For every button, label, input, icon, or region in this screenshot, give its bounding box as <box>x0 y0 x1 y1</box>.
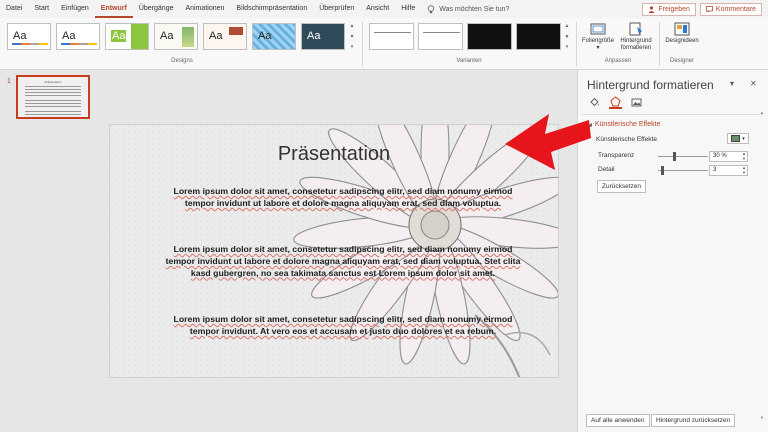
detail-value: 3 <box>713 167 717 173</box>
comments-button[interactable]: Kommentare <box>699 3 762 16</box>
section-title: Künstlerische Effekte <box>594 121 661 128</box>
tab-help[interactable]: Hilfe <box>395 0 421 18</box>
designer-ideas-icon <box>674 22 690 36</box>
theme-glyph: Aa <box>258 30 272 42</box>
tab-view[interactable]: Ansicht <box>360 0 395 18</box>
apply-to-all-button[interactable]: Auf alle anwenden <box>586 414 650 427</box>
artistic-effects-section-header[interactable]: ◢ Künstlerische Effekte <box>588 121 661 128</box>
theme-glyph: Aa <box>160 30 174 42</box>
spinner-arrows-icon[interactable]: ▲ ▼ <box>742 151 746 161</box>
slide-number: 1 <box>7 78 11 85</box>
slide-paragraph-1[interactable]: Lorem ipsum dolor sit amet, consetetur s… <box>160 186 526 210</box>
effects-pentagon-icon[interactable] <box>609 96 622 109</box>
red-arrow-annotation <box>505 114 591 170</box>
format-background-icon <box>629 22 642 36</box>
detail-label: Detail <box>598 166 615 173</box>
pane-title: Hintergrund formatieren <box>587 78 714 92</box>
comments-label: Kommentare <box>715 6 756 13</box>
transparency-slider[interactable] <box>658 152 708 161</box>
tab-file[interactable]: Datei <box>0 0 28 18</box>
tab-home[interactable]: Start <box>28 0 55 18</box>
transparency-label: Transparenz <box>598 152 635 159</box>
chevron-down-icon: ▾ <box>596 45 600 51</box>
transparency-slider-knob[interactable] <box>673 152 676 161</box>
thumbnail-title: Präsentation <box>44 80 62 84</box>
slide-size-icon <box>590 23 606 35</box>
share-button[interactable]: Freigeben <box>642 3 696 16</box>
theme-7[interactable]: Aa <box>301 23 345 50</box>
divider <box>362 22 363 66</box>
theme-glyph: Aa <box>13 30 27 42</box>
artistic-effects-label: Künstlerische Effekte <box>596 136 657 143</box>
slide-paragraph-2[interactable]: Lorem ipsum dolor sit amet, consetetur s… <box>160 244 526 279</box>
theme-6[interactable]: Aa <box>252 23 296 50</box>
transparency-spinner[interactable]: 30 % ▲ ▼ <box>709 151 748 162</box>
variants-gallery-scroll[interactable]: ▲ ▼ ▾ <box>563 23 571 50</box>
slide-thumbnail[interactable]: Präsentation <box>16 75 90 119</box>
divider <box>659 22 660 66</box>
tab-animations[interactable]: Animationen <box>179 0 230 18</box>
slide-thumbnails-pane: 1 Präsentation <box>0 70 100 432</box>
effect-preview-icon <box>731 135 741 142</box>
slide-paragraph-3[interactable]: Lorem ipsum dolor sit amet, consetetur s… <box>160 314 526 338</box>
designs-group-label: Designs <box>171 58 193 64</box>
close-icon[interactable]: ✕ <box>750 79 757 88</box>
theme-glyph: Aa <box>209 30 223 42</box>
reset-button[interactable]: Zurücksetzen <box>597 180 647 193</box>
theme-3[interactable]: Aa <box>105 23 149 50</box>
format-background-label-2: formatieren <box>620 45 652 51</box>
theme-glyph: Aa <box>111 30 127 42</box>
detail-spinner[interactable]: 3 ▲ ▼ <box>709 165 748 176</box>
spinner-arrows-icon[interactable]: ▲ ▼ <box>742 165 746 175</box>
slide-canvas[interactable]: Präsentation Lorem ipsum dolor sit amet,… <box>109 124 559 378</box>
tab-review[interactable]: Überprüfen <box>313 0 360 18</box>
theme-5[interactable]: Aa <box>203 23 247 50</box>
variant-2[interactable] <box>418 23 463 50</box>
format-background-label-1: Hintergrund <box>620 38 652 44</box>
slide-size-label: Foliengröße <box>581 38 614 44</box>
fill-bucket-icon[interactable] <box>588 96 601 109</box>
chevron-down-icon: ▾ <box>742 135 745 142</box>
customize-group-label: Anpassen <box>604 58 632 64</box>
divider <box>576 22 577 66</box>
tab-insert[interactable]: Einfügen <box>55 0 95 18</box>
theme-2[interactable]: Aa <box>56 23 100 50</box>
theme-office[interactable]: Aa <box>7 23 51 50</box>
format-background-button[interactable]: Hintergrund formatieren <box>617 22 655 52</box>
ribbon-tabs: Datei Start Einfügen Entwurf Übergänge A… <box>0 0 768 18</box>
designer-ideas-label: Designideen <box>665 38 699 44</box>
pane-scrollbar[interactable]: ▲ ▼ <box>760 110 766 420</box>
theme-glyph: Aa <box>307 30 321 42</box>
variant-1[interactable] <box>369 23 414 50</box>
variant-3[interactable] <box>467 23 512 50</box>
variants-group-label: Varianten <box>456 58 482 64</box>
format-background-pane: Hintergrund formatieren ▾ ✕ ◢ Künstleris… <box>577 70 768 432</box>
share-icon <box>648 6 655 13</box>
variant-4[interactable] <box>516 23 561 50</box>
slide-title[interactable]: Präsentation <box>110 143 558 166</box>
tell-me-box[interactable]: Was möchten Sie tun? <box>427 4 510 14</box>
theme-4[interactable]: Aa <box>154 23 198 50</box>
detail-slider[interactable] <box>658 166 708 175</box>
tell-me-text: Was möchten Sie tun? <box>439 5 510 13</box>
designs-gallery-scroll[interactable]: ▲ ▼ ▾ <box>348 23 356 50</box>
transparency-value: 30 % <box>713 153 727 159</box>
divider <box>582 114 762 115</box>
tab-slideshow[interactable]: Bildschirmpräsentation <box>230 0 313 18</box>
slide-size-button[interactable]: Foliengröße ▾ <box>580 22 616 52</box>
theme-glyph: Aa <box>62 30 76 42</box>
detail-slider-knob[interactable] <box>661 166 664 175</box>
reset-background-button[interactable]: Hintergrund zurücksetzen <box>651 414 736 427</box>
designer-ideas-button[interactable]: Designideen <box>662 22 702 45</box>
picture-icon[interactable] <box>630 96 643 109</box>
ribbon: Aa Aa Aa Aa Aa Aa Aa ▲ ▼ ▾ Designs ▲ ▼ ▾ Var… <box>0 18 768 70</box>
share-label: Freigeben <box>658 6 690 13</box>
pane-options-chevron-icon[interactable]: ▾ <box>730 79 734 88</box>
designer-group-label: Designer <box>669 58 694 64</box>
tab-transitions[interactable]: Übergänge <box>133 0 180 18</box>
lightbulb-icon <box>428 4 435 13</box>
artistic-effects-dropdown[interactable]: ▾ <box>727 133 749 144</box>
tab-design[interactable]: Entwurf <box>94 1 133 18</box>
comment-icon <box>706 6 713 13</box>
